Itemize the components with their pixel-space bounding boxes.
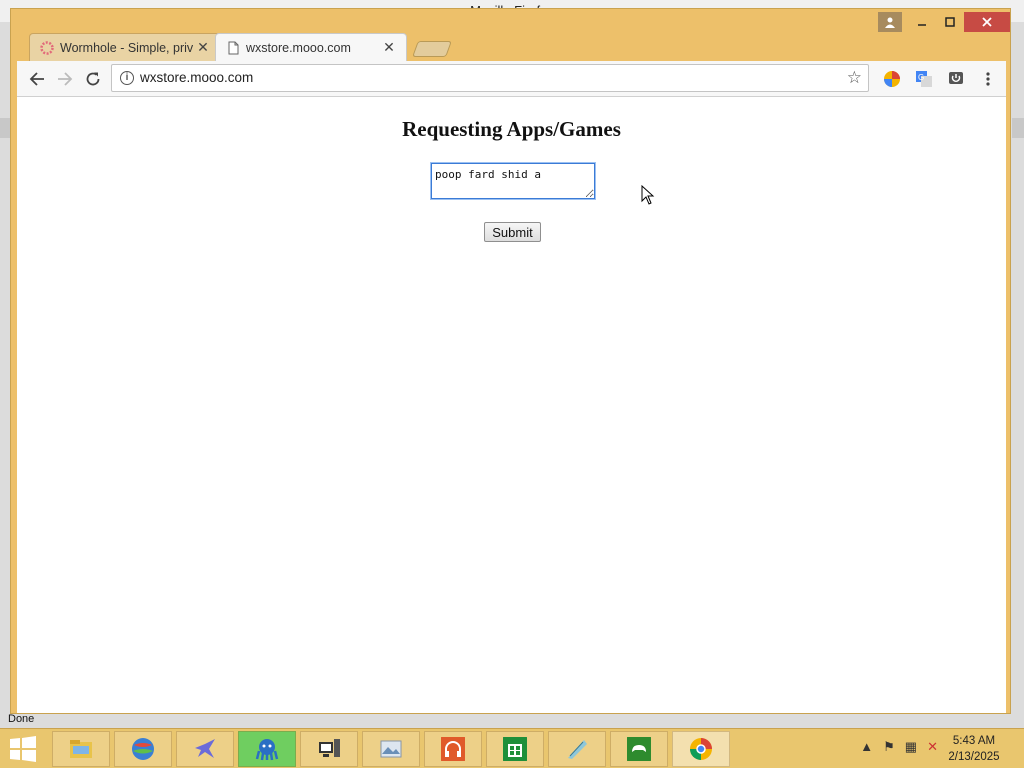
taskbar-headphones[interactable] [424, 731, 482, 767]
new-tab-button[interactable] [412, 41, 452, 57]
back-arrow-icon [29, 72, 44, 86]
taskbar-store[interactable] [486, 731, 544, 767]
taskbar-octopus-app[interactable] [238, 731, 296, 767]
taskbar-file-explorer[interactable] [52, 731, 110, 767]
request-textarea[interactable]: poop fard shid a [430, 162, 596, 200]
wormhole-icon [40, 41, 54, 55]
info-icon[interactable]: i [120, 71, 134, 85]
tab-wormhole[interactable]: Wormhole - Simple, priv ✕ [29, 33, 221, 61]
menu-button[interactable] [977, 68, 999, 90]
clock-time: 5:43 AM [952, 735, 996, 747]
action-center-flag-icon[interactable]: ⚑ [883, 739, 895, 755]
browser-window: Wormhole - Simple, priv ✕ wxstore.mooo.c… [10, 8, 1011, 714]
chrome-icon [690, 738, 712, 760]
network-icon[interactable]: ▦ [905, 739, 917, 755]
svg-text:G: G [918, 73, 924, 82]
close-icon [982, 17, 992, 27]
back-button[interactable] [25, 67, 49, 91]
page-icon [228, 41, 239, 55]
tab-wxstore[interactable]: wxstore.mooo.com ✕ [215, 33, 407, 61]
browser-toolbar: i wxstore.mooo.com ☆ G [17, 61, 1006, 97]
tab-label: Wormhole - Simple, priv [60, 40, 194, 55]
minimize-icon [918, 24, 926, 26]
submit-button[interactable]: Submit [484, 222, 541, 242]
bookmark-star-icon[interactable]: ☆ [847, 68, 862, 88]
xbox-icon [627, 737, 651, 761]
power-box-icon [949, 72, 963, 84]
system-tray: ▲ ⚑ ▦ ✕ [860, 739, 938, 755]
taskbar-blue-bird[interactable] [176, 731, 234, 767]
tab-close-icon[interactable]: ✕ [382, 39, 396, 56]
maximize-button[interactable] [936, 11, 964, 33]
file-explorer-icon [70, 740, 92, 758]
extension-chrome-ball-icon[interactable] [881, 68, 903, 90]
start-button[interactable] [8, 735, 38, 763]
maximize-icon [945, 17, 955, 27]
forward-arrow-icon [58, 72, 73, 86]
extension-power-icon[interactable] [945, 68, 967, 90]
taskbar: ▲ ⚑ ▦ ✕ 5:43 AM 2/13/2025 [0, 728, 1024, 768]
browser-ball-icon [132, 738, 154, 760]
profile-button[interactable] [878, 12, 902, 32]
address-bar-url: wxstore.mooo.com [140, 70, 254, 85]
tab-strip: Wormhole - Simple, priv ✕ wxstore.mooo.c… [29, 31, 452, 61]
windows-logo-icon [10, 736, 36, 762]
minimize-button[interactable] [908, 11, 936, 33]
kebab-menu-icon [986, 72, 990, 86]
photo-viewer-icon [380, 740, 402, 758]
computer-icon [319, 739, 340, 757]
store-icon [503, 737, 527, 761]
page-viewport: Requesting Apps/Games poop fard shid a S… [17, 97, 1006, 713]
taskbar-photo-viewer[interactable] [362, 731, 420, 767]
tab-close-icon[interactable]: ✕ [196, 39, 210, 56]
volume-muted-icon[interactable]: ✕ [927, 739, 938, 755]
taskbar-chrome[interactable] [672, 731, 730, 767]
colorful-ball-icon [884, 71, 900, 87]
blue-bird-icon [195, 739, 215, 758]
taskbar-computer[interactable] [300, 731, 358, 767]
close-window-button[interactable] [964, 12, 1010, 32]
person-icon [885, 17, 895, 28]
taskbar-browser-ball[interactable] [114, 731, 172, 767]
mouse-pointer-icon [641, 185, 655, 205]
tab-label: wxstore.mooo.com [246, 40, 351, 55]
page-title: Requesting Apps/Games [402, 117, 621, 141]
taskbar-xbox[interactable] [610, 731, 668, 767]
reload-icon [86, 72, 100, 86]
taskbar-clock[interactable]: 5:43 AM 2/13/2025 [944, 733, 1004, 765]
background-window-edge-right [1012, 118, 1024, 138]
reload-button[interactable] [81, 67, 105, 91]
clock-date: 2/13/2025 [948, 751, 1000, 763]
taskbar-feather-app[interactable] [548, 731, 606, 767]
forward-button[interactable] [53, 67, 77, 91]
show-hidden-icons-icon[interactable]: ▲ [860, 739, 873, 755]
headphones-icon [441, 737, 465, 761]
translate-icon: G [916, 71, 932, 87]
address-bar[interactable]: i wxstore.mooo.com ☆ [111, 64, 869, 92]
extension-translate-icon[interactable]: G [913, 68, 935, 90]
window-controls [878, 11, 1010, 35]
background-status-text: Done [8, 713, 35, 725]
octopus-app-icon [255, 739, 279, 761]
feather-app-icon [568, 740, 587, 759]
